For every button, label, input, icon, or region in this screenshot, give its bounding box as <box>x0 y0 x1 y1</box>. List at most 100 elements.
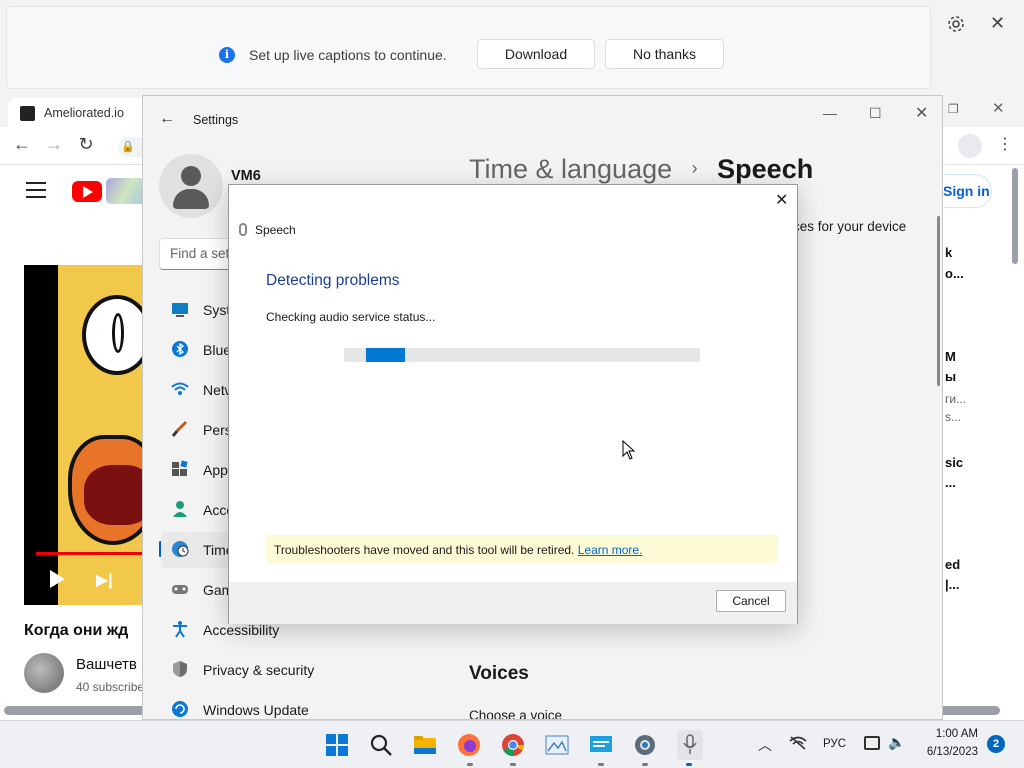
minimize-icon[interactable]: — <box>823 105 837 121</box>
live-captions-bar: i Set up live captions to continue. Down… <box>0 0 1024 95</box>
page-description: ces for your device <box>793 219 907 234</box>
sidebar-video-title[interactable]: ы <box>945 369 975 384</box>
profile-name: VM6 <box>231 168 261 184</box>
section-heading: Voices <box>469 663 529 684</box>
gamepad-icon <box>171 580 189 598</box>
sidebar-video-title[interactable]: ed <box>945 557 975 572</box>
play-icon[interactable] <box>50 570 65 588</box>
vertical-scrollbar[interactable] <box>937 216 940 386</box>
clock-date[interactable]: 6/13/2023 <box>918 746 978 758</box>
maximize-icon[interactable]: ☐ <box>869 105 882 122</box>
photos-icon[interactable] <box>545 733 569 757</box>
sidebar-item-label: Windows Update <box>203 702 309 718</box>
favicon-icon <box>20 106 35 121</box>
hamburger-icon[interactable] <box>26 182 46 198</box>
remote-desktop-icon[interactable] <box>589 733 613 757</box>
sidebar-video-title[interactable]: o... <box>945 266 975 281</box>
forward-icon[interactable]: → <box>44 134 64 156</box>
gear-icon[interactable] <box>946 14 966 34</box>
reload-icon[interactable]: ↻ <box>76 134 96 156</box>
globe-clock-icon <box>171 540 189 558</box>
window-close-icon[interactable]: ✕ <box>992 99 1005 117</box>
file-explorer-icon[interactable] <box>413 733 437 757</box>
tab-title: Ameliorated.io <box>44 106 124 120</box>
status-text: Checking audio service status... <box>266 310 436 324</box>
progress-bar <box>344 348 700 362</box>
video-title[interactable]: Когда они жд <box>24 622 144 640</box>
sidebar-video-title[interactable]: sic <box>945 455 975 470</box>
dialog-title: Speech <box>255 223 296 237</box>
video-progress-bar[interactable] <box>36 552 144 555</box>
taskbar: ︿ РУС 🔈 1:00 AM 6/13/2023 2 <box>0 720 1024 768</box>
window-title: Settings <box>193 113 239 127</box>
sidebar-video-meta: s... <box>945 410 962 424</box>
profile-icon[interactable] <box>958 134 982 158</box>
video-player[interactable]: ▶| <box>24 265 144 605</box>
apps-icon <box>171 460 189 478</box>
network-disconnected-icon[interactable] <box>789 736 807 750</box>
back-arrow-icon[interactable]: ← <box>159 110 175 128</box>
chrome-icon[interactable] <box>501 733 525 757</box>
search-icon[interactable] <box>369 733 393 757</box>
page-title: Speech <box>717 154 814 184</box>
update-icon <box>171 700 189 718</box>
notice-content: Troubleshooters have moved and this tool… <box>274 543 642 557</box>
sidebar-video-title[interactable]: ... <box>945 475 975 490</box>
close-icon[interactable]: ✕ <box>775 190 788 210</box>
restore-icon[interactable]: ❐ <box>948 102 959 116</box>
breadcrumb: Time & language › Speech <box>469 154 813 185</box>
language-indicator[interactable]: РУС <box>823 738 846 750</box>
back-icon[interactable]: ← <box>12 134 32 156</box>
firefox-icon[interactable] <box>457 733 481 757</box>
learn-more-link[interactable]: Learn more. <box>578 543 643 557</box>
sidebar-video-title[interactable]: M <box>945 349 975 364</box>
person-icon <box>171 500 189 518</box>
accessibility-icon <box>171 620 189 638</box>
choose-voice-label: Choose a voice <box>469 708 563 720</box>
cancel-button[interactable]: Cancel <box>716 590 786 612</box>
browser-tab[interactable]: Ameliorated.io <box>8 98 148 127</box>
sidebar-item-label: Accessibility <box>203 622 280 638</box>
brush-icon <box>171 420 189 438</box>
youtube-doodle[interactable] <box>106 178 146 204</box>
no-thanks-button[interactable]: No thanks <box>605 39 724 69</box>
chevron-up-icon[interactable]: ︿ <box>758 735 772 755</box>
subscriber-count: 40 subscribe <box>76 680 144 694</box>
start-icon[interactable] <box>325 733 349 757</box>
microphone-icon[interactable] <box>677 730 703 760</box>
lock-icon[interactable]: 🔒 <box>118 137 142 157</box>
notice-banner: Troubleshooters have moved and this tool… <box>266 535 778 563</box>
menu-icon[interactable]: ⋮ <box>997 134 1013 154</box>
shield-icon <box>171 660 189 678</box>
sidebar-video-meta: ги... <box>945 392 967 406</box>
wifi-icon <box>171 380 189 398</box>
sidebar-item-privacy[interactable]: Privacy & security <box>161 652 421 688</box>
next-icon[interactable]: ▶| <box>96 570 113 590</box>
sidebar-video-title[interactable]: k <box>945 245 975 260</box>
close-icon[interactable]: ✕ <box>915 103 928 123</box>
bluetooth-icon <box>171 340 189 358</box>
breadcrumb-parent[interactable]: Time & language <box>469 154 672 184</box>
chevron-right-icon: › <box>691 158 698 178</box>
volume-icon[interactable]: 🔈 <box>888 734 905 751</box>
dialog-heading: Detecting problems <box>266 272 400 289</box>
vertical-scrollbar[interactable] <box>1012 168 1018 264</box>
close-icon[interactable]: ✕ <box>990 13 1010 33</box>
captions-banner: i Set up live captions to continue. Down… <box>6 6 931 89</box>
download-button[interactable]: Download <box>477 39 595 69</box>
sidebar-item-windows-update[interactable]: Windows Update <box>161 692 421 719</box>
display-icon[interactable] <box>864 736 880 750</box>
system-icon <box>171 300 189 318</box>
channel-avatar[interactable] <box>24 653 64 693</box>
notice-text: Troubleshooters have moved and this tool… <box>274 543 575 557</box>
progress-marquee <box>366 348 405 362</box>
notification-badge[interactable]: 2 <box>987 735 1005 753</box>
youtube-logo[interactable] <box>72 181 102 202</box>
channel-name[interactable]: Вашчетв <box>76 656 144 673</box>
microphone-icon <box>239 223 247 236</box>
clock-time[interactable]: 1:00 AM <box>926 728 978 740</box>
avatar[interactable] <box>159 154 223 218</box>
settings-icon[interactable] <box>633 733 657 757</box>
dialog-footer: Cancel <box>229 582 797 624</box>
sidebar-video-title[interactable]: |... <box>945 577 975 592</box>
